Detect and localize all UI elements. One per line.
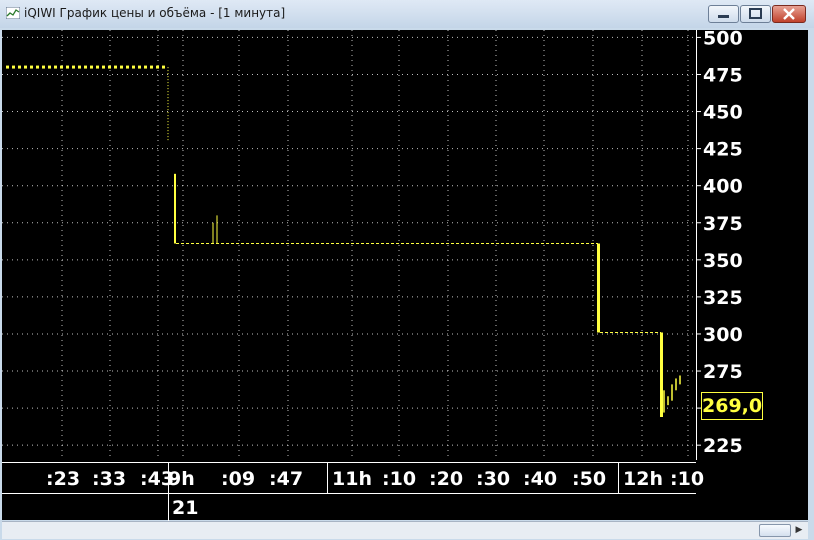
time-axis-label: :33 bbox=[92, 468, 127, 490]
price-tick-label: 450 bbox=[703, 102, 743, 124]
close-button[interactable] bbox=[772, 5, 806, 23]
time-axis-label: :09 bbox=[221, 468, 256, 490]
chart-area[interactable]: 500475450425400375350325300275250225 269… bbox=[2, 30, 808, 520]
price-candle bbox=[30, 65, 33, 69]
price-tick-label: 225 bbox=[703, 435, 743, 457]
price-chart[interactable]: 500475450425400375350325300275250225 bbox=[2, 30, 808, 520]
price-tick-label: 275 bbox=[703, 361, 743, 383]
time-axis-separator bbox=[618, 463, 619, 493]
time-axis-label: :23 bbox=[46, 468, 81, 490]
price-candle bbox=[48, 65, 51, 69]
date-axis[interactable]: 21 bbox=[2, 493, 696, 521]
time-axis-label: :20 bbox=[429, 468, 464, 490]
price-tick-label: 500 bbox=[703, 30, 743, 49]
price-tick-label: 425 bbox=[703, 139, 743, 161]
price-tick-label: 375 bbox=[703, 213, 743, 235]
time-axis-separator bbox=[168, 463, 169, 493]
time-axis-label: :47 bbox=[269, 468, 304, 490]
time-axis-label: 11h bbox=[332, 468, 372, 490]
price-candle bbox=[42, 65, 45, 69]
title-bar[interactable]: iQIWI График цены и объёма - [1 минута] bbox=[0, 0, 814, 28]
time-axis-label: :10 bbox=[670, 468, 705, 490]
time-axis-label: :10 bbox=[382, 468, 417, 490]
price-candle bbox=[36, 65, 39, 69]
time-axis[interactable]: :23:33:43 9h:09:47 11h:10:20:30:40:50 12h:1… bbox=[2, 462, 704, 493]
price-candle bbox=[54, 65, 57, 69]
price-tick-label: 475 bbox=[703, 64, 743, 86]
price-bar-drop bbox=[660, 332, 663, 417]
scrollbar-thumb[interactable] bbox=[759, 524, 791, 537]
maximize-button[interactable] bbox=[740, 5, 771, 23]
price-bar-drop bbox=[174, 173, 176, 244]
close-icon bbox=[783, 8, 795, 20]
price-bar-drop bbox=[597, 243, 600, 333]
price-tick-label: 400 bbox=[703, 176, 743, 198]
price-tick-label: 325 bbox=[703, 287, 743, 309]
price-candle bbox=[12, 65, 15, 69]
maximize-icon bbox=[749, 8, 762, 19]
minimize-icon bbox=[718, 15, 729, 18]
price-candle bbox=[18, 65, 21, 69]
app-window: iQIWI График цены и объёма - [1 минута] … bbox=[0, 0, 814, 540]
price-candle bbox=[24, 65, 27, 69]
time-axis-separator bbox=[327, 463, 328, 493]
price-candle bbox=[162, 65, 165, 69]
time-axis-label: 12h bbox=[623, 468, 663, 490]
current-price-label: 269,0 bbox=[701, 392, 763, 420]
scroll-right-arrow-icon[interactable]: ▶ bbox=[792, 524, 806, 537]
window-title: iQIWI График цены и объёма - [1 минута] bbox=[24, 6, 286, 20]
time-axis-label: :30 bbox=[476, 468, 511, 490]
price-tick-label: 300 bbox=[703, 324, 743, 346]
time-axis-label: :40 bbox=[523, 468, 558, 490]
price-tick-label: 350 bbox=[703, 250, 743, 272]
time-axis-label: 9h bbox=[168, 468, 195, 490]
price-candle bbox=[6, 65, 9, 69]
date-axis-label: 21 bbox=[172, 497, 199, 519]
time-axis-label: :50 bbox=[572, 468, 607, 490]
minimize-button[interactable] bbox=[708, 5, 739, 23]
horizontal-scrollbar[interactable]: ▶ bbox=[2, 521, 808, 539]
app-icon bbox=[6, 7, 20, 19]
date-axis-separator bbox=[168, 494, 169, 521]
